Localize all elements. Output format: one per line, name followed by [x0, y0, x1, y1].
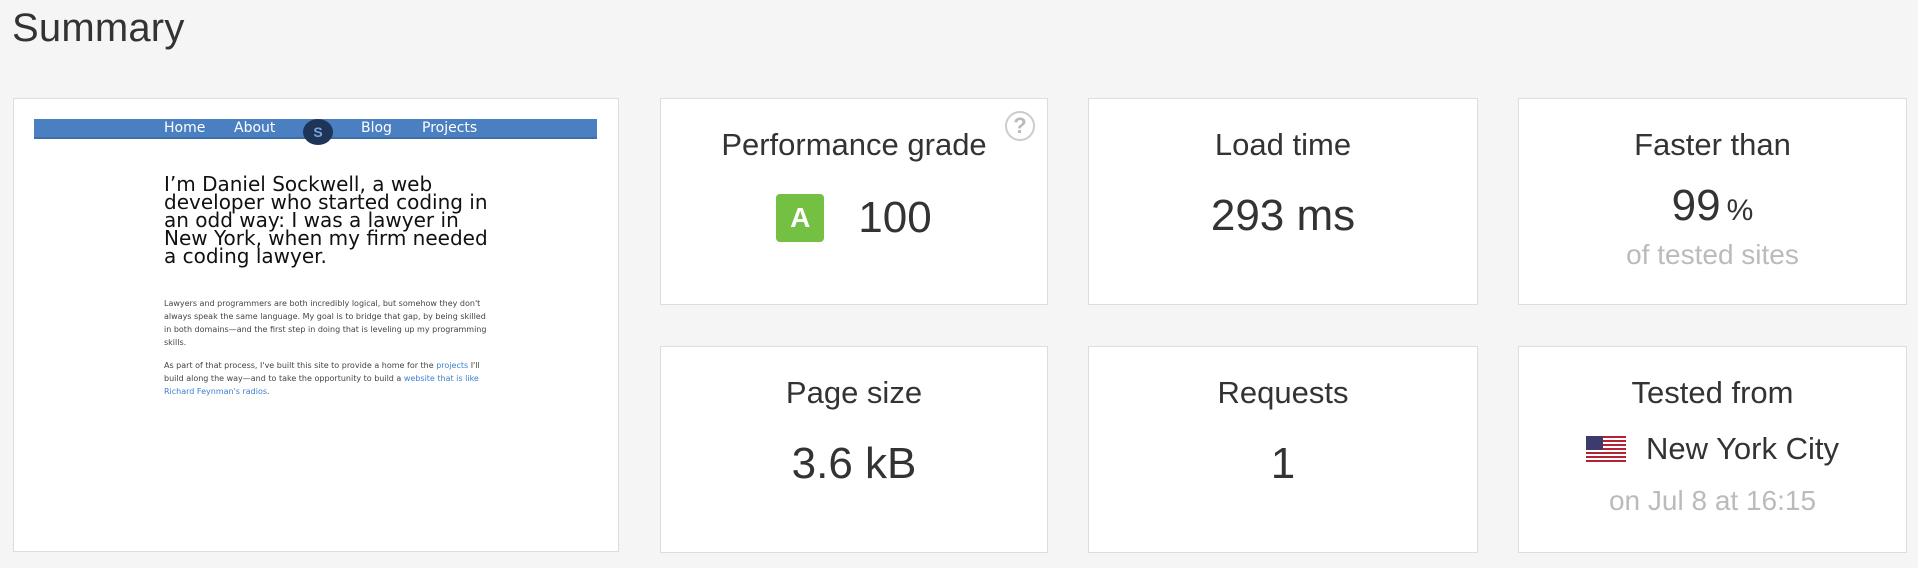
tested-location: New York City [1646, 431, 1839, 466]
performance-grade-card: ? Performance grade A 100 [660, 98, 1048, 305]
page-title: Summary [12, 6, 185, 50]
faster-than-value: 99 [1671, 181, 1721, 230]
percent-unit: % [1726, 194, 1754, 227]
tested-date: on Jul 8 at 16:15 [1608, 485, 1817, 516]
load-time-label: Load time [1214, 127, 1352, 162]
performance-grade-label: Performance grade [721, 127, 987, 162]
thumbnail-paragraph-2: As part of that process, I've built this… [164, 361, 480, 396]
thumbnail-heading: I’m Daniel Sockwell, a web developer who… [164, 172, 488, 268]
us-flag-icon [1586, 436, 1627, 462]
site-logo-icon: S [303, 119, 333, 145]
page-size-label: Page size [785, 375, 923, 410]
page-size-value: 3.6 kB [791, 439, 917, 488]
thumb-nav-blog: Blog [361, 120, 392, 136]
thumb-nav-about: About [234, 120, 276, 136]
thumb-nav-projects: Projects [422, 120, 478, 136]
thumb-nav-home: Home [164, 120, 206, 136]
faster-than-card: Faster than 99% of tested sites [1518, 98, 1907, 305]
screenshot-card: Home About S Blog Projects I’m Daniel So… [13, 98, 619, 552]
tested-from-card: Tested from New York City on Jul 8 at 16… [1518, 346, 1907, 553]
load-time-value: 293 ms [1210, 191, 1356, 240]
requests-label: Requests [1217, 375, 1349, 410]
thumbnail-paragraph-1: Lawyers and programmers are both incredi… [164, 299, 487, 347]
requests-value: 1 [1270, 439, 1296, 488]
faster-than-label: Faster than [1634, 127, 1791, 162]
performance-score: 100 [858, 193, 932, 242]
requests-card: Requests 1 [1088, 346, 1478, 553]
faster-than-subtext: of tested sites [1626, 239, 1799, 270]
thumbnail-nav-bar: Home About S Blog Projects [34, 119, 597, 145]
load-time-card: Load time 293 ms [1088, 98, 1478, 305]
tested-from-label: Tested from [1631, 375, 1794, 410]
thumbnail-link-projects: projects [436, 361, 469, 370]
grade-badge: A [776, 194, 825, 242]
page-size-card: Page size 3.6 kB [660, 346, 1048, 553]
